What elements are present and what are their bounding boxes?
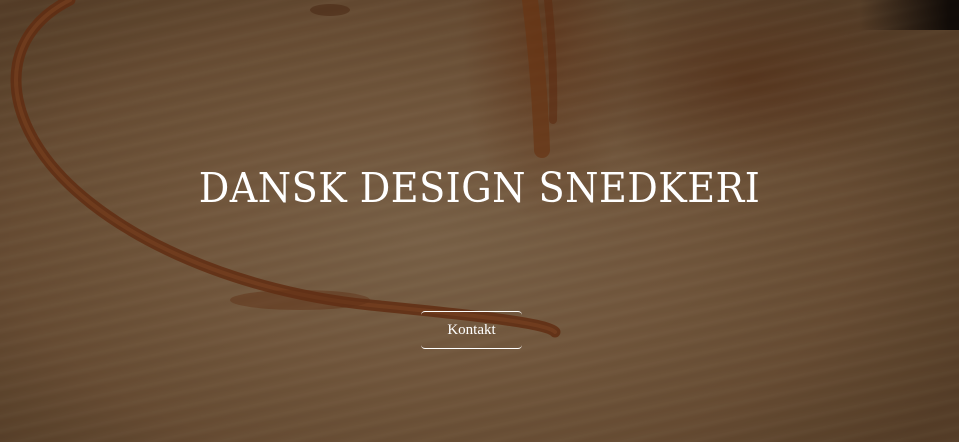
contact-button[interactable]: Kontakt — [421, 311, 522, 349]
hero-content: DANSK DESIGN SNEDKERI Kontakt — [0, 0, 959, 442]
page-title: DANSK DESIGN SNEDKERI — [198, 164, 761, 212]
hero-section: DANSK DESIGN SNEDKERI Kontakt — [0, 0, 959, 442]
